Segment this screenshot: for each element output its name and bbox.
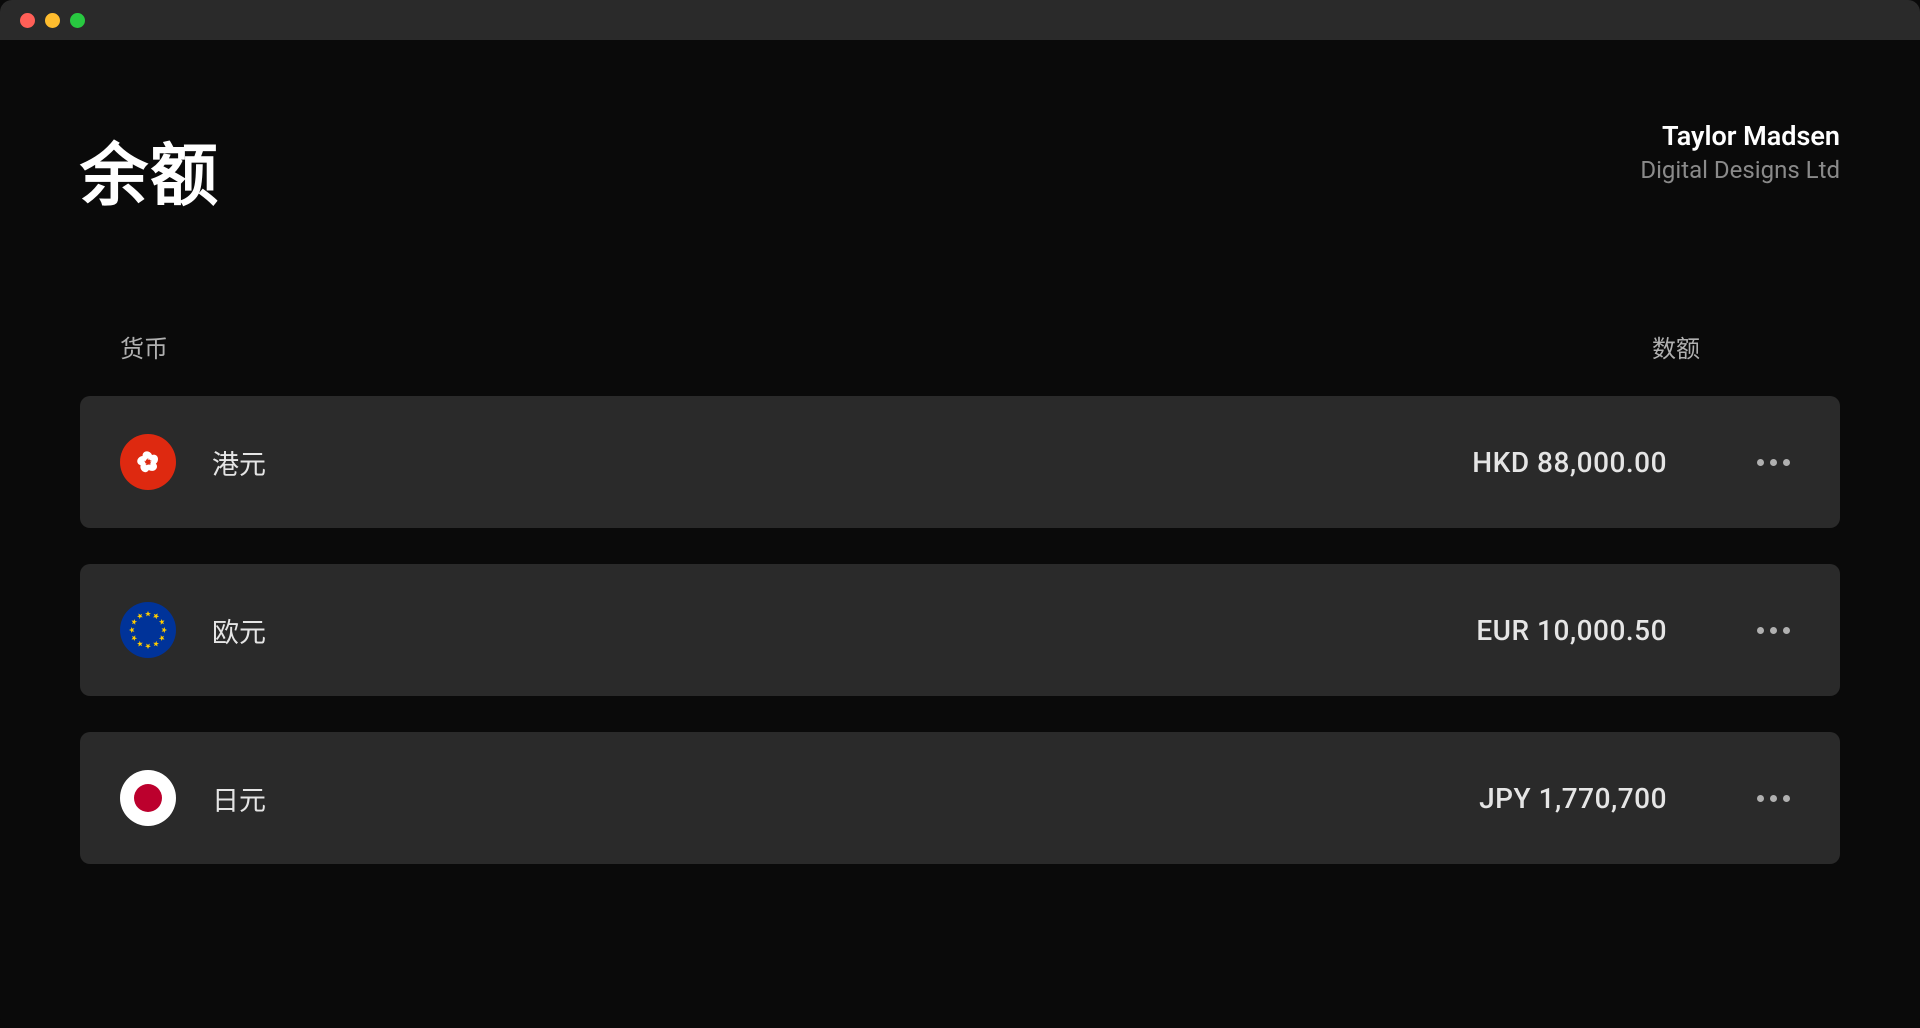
- currency-name: 欧元: [212, 611, 1476, 650]
- more-actions-button[interactable]: [1747, 449, 1800, 476]
- more-icon: [1783, 459, 1790, 466]
- flag-hk-icon: [120, 434, 176, 490]
- window-minimize-button[interactable]: [45, 13, 60, 28]
- more-icon: [1770, 627, 1777, 634]
- more-actions-button[interactable]: [1747, 785, 1800, 812]
- more-icon: [1757, 627, 1764, 634]
- jp-circle-icon: [134, 784, 162, 812]
- user-name: Taylor Madsen: [1640, 120, 1840, 152]
- more-actions-button[interactable]: [1747, 617, 1800, 644]
- more-icon: [1757, 795, 1764, 802]
- currency-name: 日元: [212, 779, 1479, 818]
- window-titlebar: [0, 0, 1920, 40]
- window-close-button[interactable]: [20, 13, 35, 28]
- currency-name: 港元: [212, 443, 1472, 482]
- balance-row[interactable]: 日元 JPY 1,770,700: [80, 732, 1840, 864]
- balance-row[interactable]: 欧元 EUR 10,000.50: [80, 564, 1840, 696]
- main-content: 余额 Taylor Madsen Digital Designs Ltd 货币 …: [0, 40, 1920, 940]
- window-maximize-button[interactable]: [70, 13, 85, 28]
- balance-amount: JPY 1,770,700: [1479, 782, 1667, 815]
- user-info: Taylor Madsen Digital Designs Ltd: [1640, 120, 1840, 184]
- flag-eu-icon: [120, 602, 176, 658]
- more-icon: [1770, 459, 1777, 466]
- balance-row[interactable]: 港元 HKD 88,000.00: [80, 396, 1840, 528]
- user-company: Digital Designs Ltd: [1640, 156, 1840, 184]
- column-header-amount: 数额: [1652, 329, 1700, 364]
- more-icon: [1770, 795, 1777, 802]
- balance-amount: EUR 10,000.50: [1476, 614, 1667, 647]
- page-title: 余额: [80, 120, 220, 219]
- balance-amount: HKD 88,000.00: [1472, 446, 1667, 479]
- app-window: 余额 Taylor Madsen Digital Designs Ltd 货币 …: [0, 0, 1920, 1028]
- table-header: 货币 数额: [80, 329, 1840, 364]
- more-icon: [1757, 459, 1764, 466]
- header-row: 余额 Taylor Madsen Digital Designs Ltd: [80, 120, 1840, 219]
- flag-jp-icon: [120, 770, 176, 826]
- column-header-currency: 货币: [120, 329, 168, 364]
- more-icon: [1783, 627, 1790, 634]
- more-icon: [1783, 795, 1790, 802]
